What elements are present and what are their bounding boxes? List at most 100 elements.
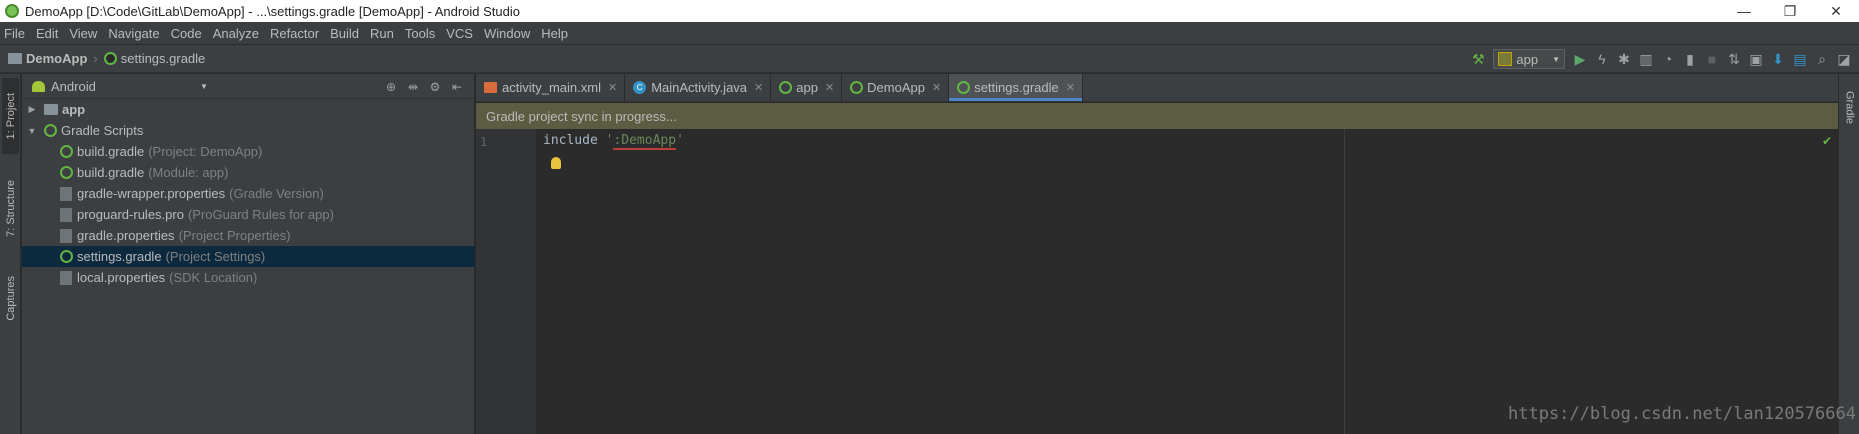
chevron-down-icon[interactable]: ▼ [200,82,208,91]
window-title: DemoApp [D:\Code\GitLab\DemoApp] - ...\s… [25,3,520,19]
tree-item-build-gradle-module[interactable]: build.gradle (Module: app) [22,162,475,183]
tree-item-label: proguard-rules.pro [77,207,184,222]
tab-label: settings.gradle [974,80,1059,95]
tree-item-label: app [62,102,86,117]
tree-item-hint: (SDK Location) [169,270,258,285]
right-tool-strip: Gradle [1838,74,1859,434]
watermark: https://blog.csdn.net/lan120576664 [1508,404,1856,424]
properties-file-icon [60,270,72,285]
structure-tool-tab[interactable]: 7: Structure [2,168,19,248]
sync-gradle-icon[interactable]: ⇅ [1723,48,1745,70]
menu-code[interactable]: Code [171,26,202,41]
tree-item-hint: (Gradle Version) [229,186,324,201]
breadcrumb-project[interactable]: DemoApp [26,51,87,66]
collapse-all-icon[interactable]: ⇹ [402,78,424,95]
close-icon[interactable]: ✕ [1066,81,1075,94]
menu-tools[interactable]: Tools [405,26,435,41]
menu-build[interactable]: Build [330,26,359,41]
module-folder-icon [44,104,58,115]
menu-run[interactable]: Run [370,26,394,41]
tree-item-label: build.gradle [77,165,145,180]
tab-demoapp[interactable]: DemoApp ✕ [842,74,950,101]
avd-manager-icon[interactable]: ▣ [1745,48,1767,70]
expand-arrow-icon[interactable]: ▶ [26,104,38,115]
debug-icon[interactable]: ✱ [1613,48,1635,70]
code-line[interactable]: include ':DemoApp' [543,133,684,150]
attach-debugger-icon[interactable]: ◔ [1657,48,1679,70]
project-structure-icon[interactable]: ▤ [1789,48,1811,70]
menu-file[interactable]: File [4,26,25,41]
folder-icon [8,53,22,64]
menu-vcs[interactable]: VCS [446,26,473,41]
breadcrumb: DemoApp › settings.gradle [8,51,205,66]
tree-item-gradle-wrapper-properties[interactable]: gradle-wrapper.properties (Gradle Versio… [22,183,475,204]
close-icon[interactable]: ✕ [825,81,834,94]
run-icon[interactable]: ▶ [1569,48,1591,70]
stop-icon[interactable]: ■ [1701,48,1723,70]
tree-item-proguard-rules[interactable]: proguard-rules.pro (ProGuard Rules for a… [22,204,475,225]
tree-item-label: build.gradle [77,144,145,159]
text-file-icon [60,207,72,222]
menu-refactor[interactable]: Refactor [270,26,319,41]
device-monitor-icon[interactable]: ◪ [1833,48,1855,70]
tree-item-local-properties[interactable]: local.properties (SDK Location) [22,267,475,288]
tree-item-label: gradle.properties [77,228,175,243]
menu-help[interactable]: Help [541,26,568,41]
menu-edit[interactable]: Edit [36,26,58,41]
tree-item-label: gradle-wrapper.properties [77,186,226,201]
menu-window[interactable]: Window [484,26,530,41]
gradle-icon [60,250,73,263]
tree-item-label: Gradle Scripts [61,123,144,138]
run-config-selector[interactable]: app ▼ [1493,49,1565,69]
gradle-icon [850,81,864,94]
tab-settings-gradle[interactable]: settings.gradle ✕ [949,74,1083,101]
gradle-icon [44,124,57,137]
collapse-arrow-icon[interactable]: ▼ [26,126,38,136]
profile-icon[interactable]: ▥ [1635,48,1657,70]
menu-analyze[interactable]: Analyze [213,26,259,41]
attach-process-icon[interactable]: ▮ [1679,48,1701,70]
scroll-from-source-icon[interactable]: ⊕ [380,78,402,95]
gear-icon[interactable]: ⚙ [424,78,446,95]
tree-item-settings-gradle[interactable]: settings.gradle (Project Settings) [22,246,475,267]
window-controls: — ❐ ✕ [1721,0,1859,22]
tab-activity-main-xml[interactable]: activity_main.xml ✕ [476,74,626,101]
close-icon[interactable]: ✕ [754,81,763,94]
tab-main-activity-java[interactable]: C MainActivity.java ✕ [625,74,772,101]
xml-file-icon [484,82,497,93]
hide-panel-icon[interactable]: ⇤ [446,78,468,95]
captures-tool-tab[interactable]: Captures [2,266,19,330]
project-view-selector[interactable]: Android [51,79,96,94]
tab-app[interactable]: app ✕ [771,74,843,101]
tree-item-gradle-properties[interactable]: gradle.properties (Project Properties) [22,225,475,246]
project-view-header: Android ▼ ⊕ ⇹ ⚙ ⇤ [22,74,474,99]
minimize-button[interactable]: — [1721,0,1767,22]
tree-item-gradle-scripts[interactable]: ▼ Gradle Scripts [22,120,475,141]
lightbulb-icon[interactable] [551,157,561,169]
gradle-tool-tab[interactable]: Gradle [1841,78,1858,138]
tree-item-app[interactable]: ▶ app [22,99,475,120]
gradle-icon [60,145,73,158]
tree-item-hint: (Project Properties) [178,228,291,243]
close-icon[interactable]: ✕ [932,81,941,94]
title-bar: DemoApp [D:\Code\GitLab\DemoApp] - ...\s… [0,0,1859,22]
gradle-icon [779,81,793,94]
apply-changes-icon[interactable]: ϟ [1591,48,1613,70]
android-studio-icon [5,4,19,18]
close-button[interactable]: ✕ [1813,0,1859,22]
breadcrumb-file[interactable]: settings.gradle [121,51,206,66]
menu-navigate[interactable]: Navigate [108,26,159,41]
search-icon[interactable]: ⌕ [1811,48,1833,70]
tree-item-build-gradle-project[interactable]: build.gradle (Project: DemoApp) [22,141,475,162]
project-tool-tab-label: 1: Project [4,92,17,140]
tree-item-hint: (Project: DemoApp) [148,144,263,159]
menu-view[interactable]: View [69,26,97,41]
close-icon[interactable]: ✕ [608,81,617,94]
restore-button[interactable]: ❐ [1767,0,1813,22]
make-project-icon[interactable]: ⚒ [1467,48,1489,70]
left-tool-strip: 1: Project 7: Structure Captures [0,74,21,434]
project-tool-tab[interactable]: 1: Project [2,78,19,154]
editor-area: activity_main.xml ✕ C MainActivity.java … [476,74,1838,434]
android-module-icon [1498,52,1513,66]
sdk-manager-icon[interactable]: ⬇ [1767,48,1789,70]
